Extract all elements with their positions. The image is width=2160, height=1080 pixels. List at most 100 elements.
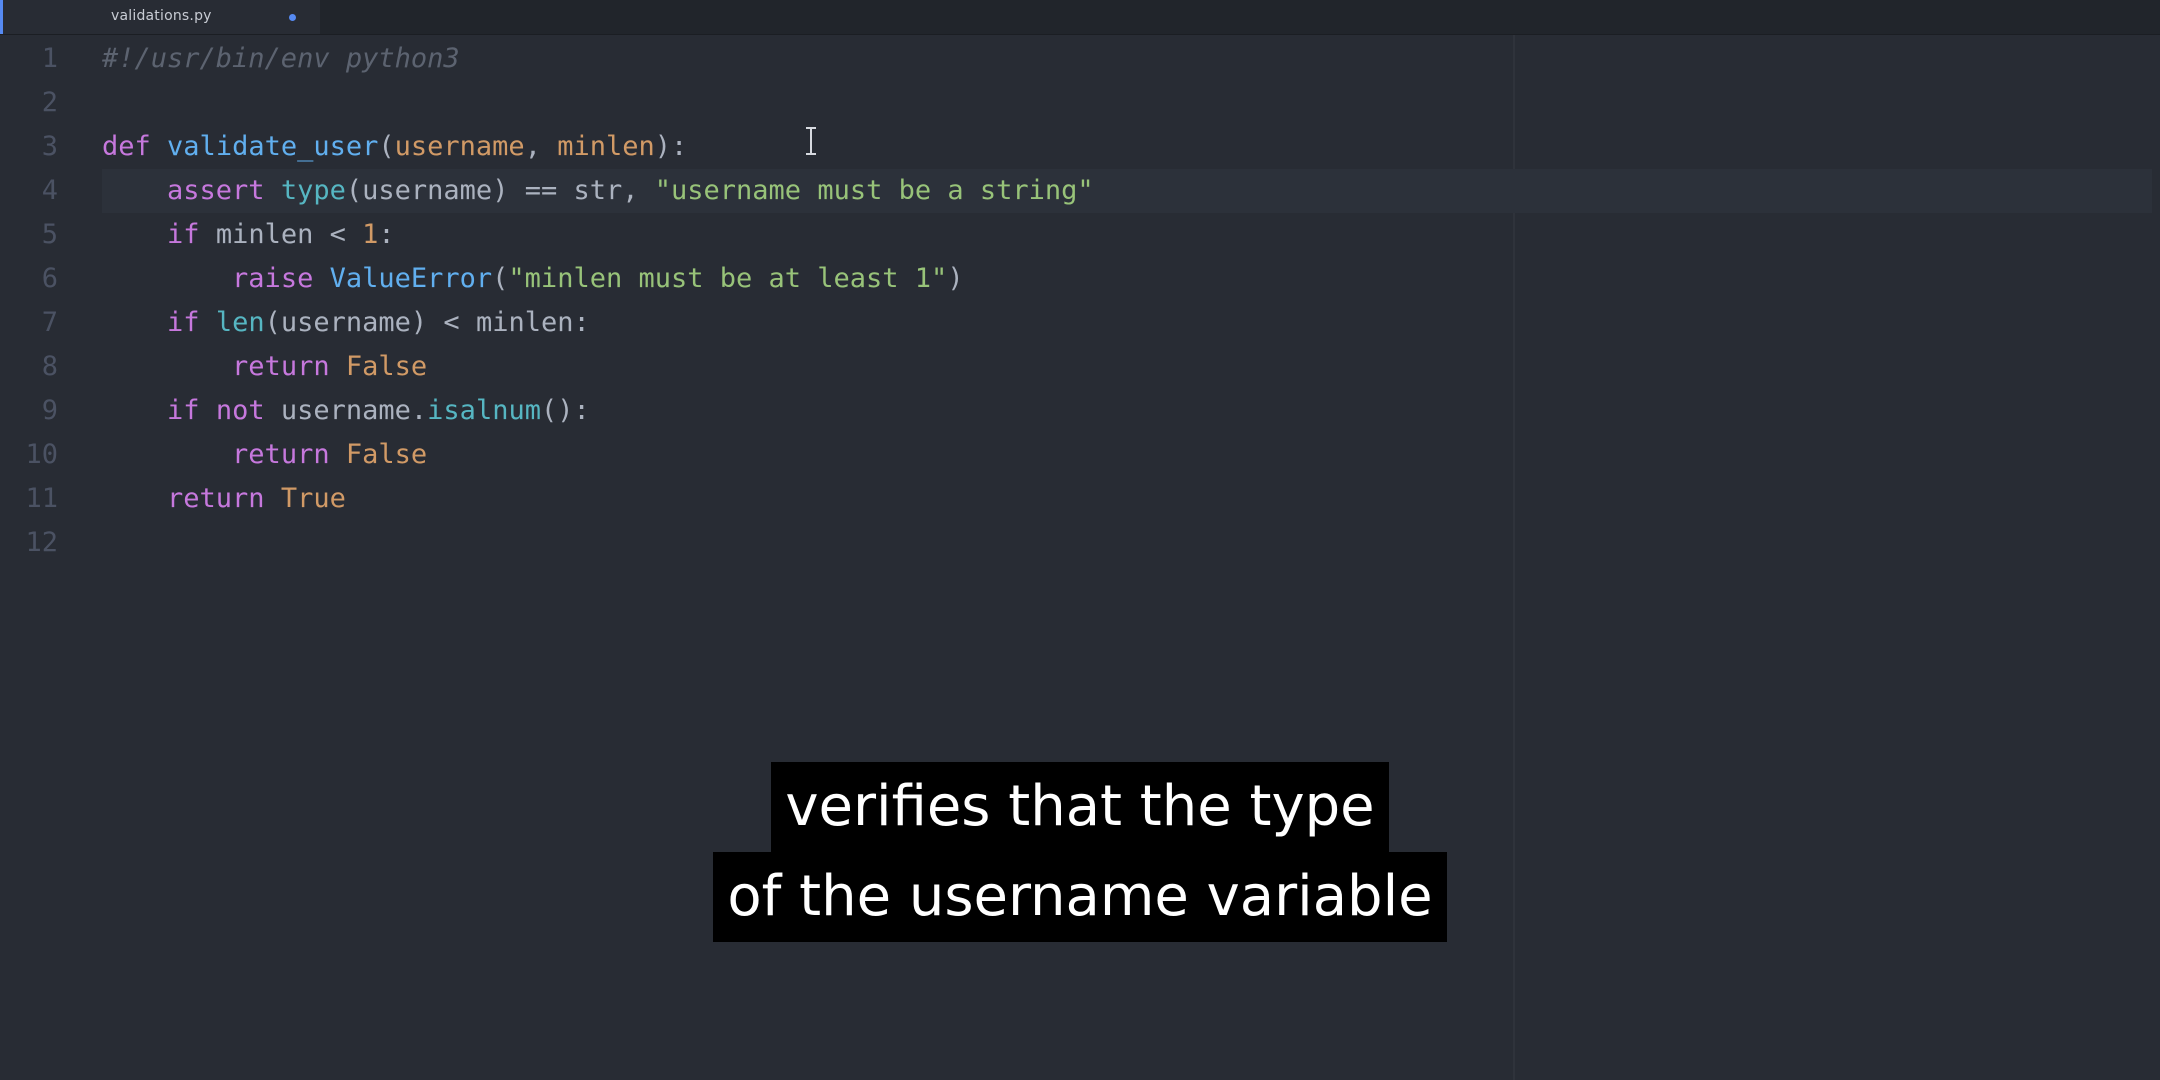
code-token-punct (313, 263, 329, 294)
code-token-punct: , (524, 131, 558, 162)
code-line[interactable]: 1 #!/usr/bin/env python3 (0, 37, 2160, 81)
code-token-keyword: if (167, 307, 200, 338)
line-number: 4 (41, 175, 58, 206)
code-token-string: "minlen must be at least 1" (508, 263, 948, 294)
code-token-punct: ) == (492, 175, 574, 206)
code-text: raise ValueError("minlen must be at leas… (102, 257, 964, 301)
code-token-punct: ) < (410, 307, 476, 338)
code-token-ident: username (280, 395, 411, 426)
code-token-keyword: def (102, 131, 151, 162)
code-token-punct (102, 483, 167, 514)
code-token-keyword: if (167, 219, 200, 250)
code-token-keyword: not (215, 395, 265, 426)
code-token-punct (102, 439, 232, 470)
code-text: #!/usr/bin/env python3 (102, 37, 460, 81)
code-text: assert type(username) == str, "username … (102, 169, 1094, 213)
code-token-punct: (): (540, 395, 590, 426)
code-token-punct (102, 175, 167, 206)
code-token-punct (151, 131, 167, 162)
code-token-comment: #!/usr/bin/env python3 (102, 43, 460, 74)
code-token-punct (265, 483, 281, 514)
code-token-ident: minlen (215, 219, 314, 250)
code-token-punct: ( (492, 263, 509, 294)
code-token-function: validate_user (167, 131, 379, 162)
code-token-punct (102, 219, 167, 250)
subtitle-caption: verifies that the type of the username v… (0, 762, 2160, 942)
code-token-punct: . (410, 395, 428, 426)
video-frame: validations.py 1 #!/usr/bin/env python3 2 3… (0, 0, 2160, 1080)
caption-line-1: verifies that the type (771, 762, 1389, 852)
code-token-punct: ( (378, 131, 395, 162)
code-token-punct: ): (654, 131, 688, 162)
code-token-punct: : (573, 307, 590, 338)
code-token-punct (102, 263, 232, 294)
code-token-keyword: return (232, 439, 330, 470)
line-number: 9 (41, 395, 58, 426)
code-line[interactable]: 11 return True (0, 477, 2160, 521)
code-token-punct (200, 307, 216, 338)
code-token-builtin: type (280, 175, 346, 206)
code-token-keyword: raise (232, 263, 314, 294)
code-line[interactable]: 9 if not username.isalnum(): (0, 389, 2160, 433)
code-text: if not username.isalnum(): (102, 389, 590, 433)
code-line[interactable]: 5 if minlen < 1: (0, 213, 2160, 257)
code-token-constant: False (345, 351, 428, 382)
code-text: return True (102, 477, 346, 521)
code-token-ident: minlen (475, 307, 574, 338)
code-token-punct: ( (264, 307, 281, 338)
code-line[interactable]: 12 (0, 521, 2160, 565)
tab-bar: validations.py (0, 0, 2160, 35)
tab-title: validations.py (111, 8, 212, 24)
code-token-ident: str (573, 175, 623, 206)
code-token-punct (330, 439, 346, 470)
code-token-punct: < (313, 219, 363, 250)
code-token-punct (102, 307, 167, 338)
code-token-constant: False (345, 439, 428, 470)
code-token-punct (265, 175, 281, 206)
code-token-punct (200, 219, 216, 250)
code-text: if minlen < 1: (102, 213, 395, 257)
code-token-punct (265, 395, 281, 426)
line-number: 10 (25, 439, 58, 470)
line-number: 6 (41, 263, 58, 294)
caption-line-2: of the username variable (713, 852, 1447, 942)
line-number: 5 (41, 219, 58, 250)
code-text: def validate_user(username, minlen): (102, 125, 687, 169)
code-token-param: username (394, 131, 525, 162)
code-token-constant: True (280, 483, 346, 514)
text-cursor-ibeam-icon (806, 127, 816, 155)
line-number: 1 (41, 43, 58, 74)
code-token-keyword: return (167, 483, 265, 514)
code-line[interactable]: 3 def validate_user(username, minlen): (0, 125, 2160, 169)
code-token-punct: ) (947, 263, 964, 294)
code-token-punct: : (378, 219, 395, 250)
code-token-punct: ( (345, 175, 363, 206)
code-token-string: "username must be a string" (654, 175, 1094, 206)
tab-validations-py[interactable]: validations.py (0, 0, 320, 34)
code-token-punct (330, 351, 346, 382)
code-token-number: 1 (362, 219, 379, 250)
code-token-keyword: assert (167, 175, 265, 206)
code-token-builtin: isalnum (427, 395, 541, 426)
code-line[interactable]: 7 if len(username) < minlen: (0, 301, 2160, 345)
code-line[interactable]: 4 assert type(username) == str, "usernam… (0, 169, 2160, 213)
code-token-punct (102, 351, 232, 382)
code-token-builtin: len (215, 307, 265, 338)
line-number: 12 (25, 527, 58, 558)
line-number: 3 (41, 131, 58, 162)
code-token-punct: , (622, 175, 655, 206)
code-line[interactable]: 10 return False (0, 433, 2160, 477)
code-token-punct (200, 395, 216, 426)
code-token-keyword: return (232, 351, 330, 382)
line-number: 8 (41, 351, 58, 382)
code-text: if len(username) < minlen: (102, 301, 590, 345)
code-token-keyword: if (167, 395, 200, 426)
code-token-function: ValueError (329, 263, 493, 294)
line-number: 7 (41, 307, 58, 338)
modified-dot-icon (289, 14, 296, 21)
line-number: 2 (41, 87, 58, 118)
code-line[interactable]: 2 (0, 81, 2160, 125)
code-line[interactable]: 8 return False (0, 345, 2160, 389)
code-line[interactable]: 6 raise ValueError("minlen must be at le… (0, 257, 2160, 301)
line-number: 11 (25, 483, 58, 514)
